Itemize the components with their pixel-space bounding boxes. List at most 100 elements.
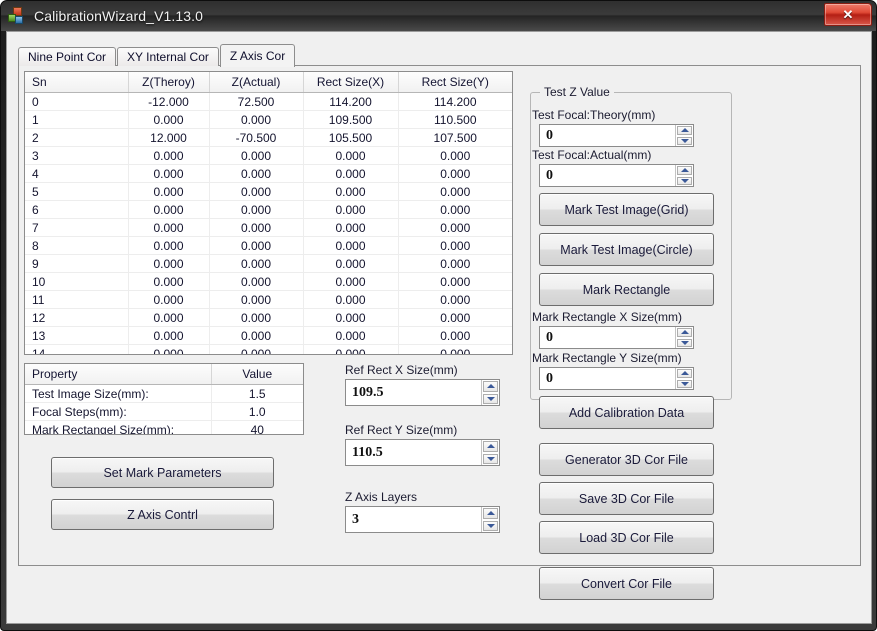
mark-rect-x-spin-down[interactable] (677, 338, 692, 347)
table-cell[interactable]: 0.000 (303, 344, 399, 354)
calibration-data-grid[interactable]: Sn Z(Theroy) Z(Actual) Rect Size(X) Rect… (24, 71, 513, 355)
ref-rect-y-spinner[interactable] (481, 440, 499, 465)
mark-test-image-circle-button[interactable]: Mark Test Image(Circle) (539, 233, 714, 266)
ref-rect-x-input[interactable]: 109.5 (345, 379, 500, 406)
mark-rect-y-value[interactable]: 0 (540, 368, 675, 389)
test-focal-theory-spin-up[interactable] (677, 126, 692, 135)
mark-rect-x-spin-up[interactable] (677, 328, 692, 337)
save-3d-cor-file-button[interactable]: Save 3D Cor File (539, 482, 714, 515)
table-cell[interactable]: 0.000 (398, 200, 512, 219)
mark-rect-x-value[interactable]: 0 (540, 327, 675, 348)
column-header-rect-size-y[interactable]: Rect Size(Y) (398, 72, 512, 93)
table-cell[interactable]: 0.000 (398, 218, 512, 237)
tab-nine-point-cor[interactable]: Nine Point Cor (18, 47, 117, 66)
table-row[interactable]: Mark Rectangel Size(mm): 40 (25, 420, 303, 434)
close-button[interactable]: ✕ (824, 3, 872, 26)
mark-rect-y-spin-up[interactable] (677, 369, 692, 378)
table-cell[interactable]: 110.500 (398, 110, 512, 129)
table-cell[interactable]: 0.000 (303, 200, 399, 219)
table-cell[interactable]: Focal Steps(mm): (25, 402, 212, 421)
table-cell[interactable]: 0.000 (128, 290, 210, 309)
test-focal-actual-spin-down[interactable] (677, 176, 692, 185)
table-cell[interactable]: 0.000 (398, 164, 512, 183)
table-row[interactable]: Test Image Size(mm): 1.5 (25, 384, 303, 403)
table-cell[interactable]: 107.500 (398, 128, 512, 147)
table-cell[interactable]: 0.000 (128, 344, 210, 354)
table-cell[interactable]: 0.000 (209, 326, 304, 345)
set-mark-parameters-button[interactable]: Set Mark Parameters (51, 457, 274, 488)
table-cell[interactable]: 3 (25, 146, 129, 165)
table-cell[interactable]: 4 (25, 164, 129, 183)
mark-rect-x-input[interactable]: 0 (539, 326, 694, 349)
table-row[interactable]: 9 0.000 0.000 0.000 0.000 (25, 254, 512, 273)
table-cell[interactable]: 0.000 (209, 272, 304, 291)
table-row[interactable]: 2 12.000 -70.500 105.500 107.500 (25, 128, 512, 147)
table-cell[interactable]: 0.000 (128, 254, 210, 273)
test-focal-theory-spinner[interactable] (675, 125, 693, 146)
property-grid[interactable]: Property Value Test Image Size(mm): 1.5 Fo… (24, 363, 304, 435)
z-axis-layers-spin-down[interactable] (483, 520, 498, 531)
table-cell[interactable]: 0.000 (398, 254, 512, 273)
table-cell[interactable]: 0.000 (128, 110, 210, 129)
table-cell[interactable]: 0.000 (303, 146, 399, 165)
table-row[interactable]: 13 0.000 0.000 0.000 0.000 (25, 326, 512, 345)
table-cell[interactable]: 0.000 (303, 236, 399, 255)
table-cell[interactable]: 11 (25, 290, 129, 309)
table-cell[interactable]: 0.000 (398, 290, 512, 309)
table-cell[interactable]: 12 (25, 308, 129, 327)
table-cell[interactable]: 13 (25, 326, 129, 345)
table-cell[interactable]: 1 (25, 110, 129, 129)
table-row[interactable]: 11 0.000 0.000 0.000 0.000 (25, 290, 512, 309)
table-row[interactable]: 14 0.000 0.000 0.000 0.000 (25, 344, 512, 354)
table-cell[interactable]: 2 (25, 128, 129, 147)
table-cell[interactable]: 0.000 (303, 164, 399, 183)
table-row[interactable]: 0 -12.000 72.500 114.200 114.200 (25, 92, 512, 111)
table-cell[interactable]: 0.000 (398, 146, 512, 165)
table-cell[interactable]: 109.500 (303, 110, 399, 129)
table-cell[interactable]: 0.000 (209, 290, 304, 309)
table-cell[interactable]: 0.000 (398, 308, 512, 327)
table-cell[interactable]: 105.500 (303, 128, 399, 147)
column-header-rect-size-x[interactable]: Rect Size(X) (303, 72, 399, 93)
table-cell[interactable]: Test Image Size(mm): (25, 384, 212, 403)
table-cell[interactable]: 0.000 (209, 164, 304, 183)
tab-z-axis-cor[interactable]: Z Axis Cor (219, 44, 296, 67)
table-cell[interactable]: 0.000 (303, 272, 399, 291)
table-cell[interactable]: 0.000 (398, 344, 512, 354)
generator-3d-cor-file-button[interactable]: Generator 3D Cor File (539, 443, 714, 476)
table-cell[interactable]: 0.000 (209, 146, 304, 165)
table-cell[interactable]: 0.000 (128, 146, 210, 165)
table-cell[interactable]: 0.000 (303, 218, 399, 237)
table-cell[interactable]: 40 (211, 420, 303, 434)
table-cell[interactable]: 0.000 (398, 272, 512, 291)
table-row[interactable]: 1 0.000 0.000 109.500 110.500 (25, 110, 512, 129)
test-focal-actual-spin-up[interactable] (677, 166, 692, 175)
table-row[interactable]: Focal Steps(mm): 1.0 (25, 402, 303, 421)
table-cell[interactable]: 0.000 (128, 182, 210, 201)
column-header-z-theory[interactable]: Z(Theroy) (128, 72, 210, 93)
table-cell[interactable]: 6 (25, 200, 129, 219)
table-cell[interactable]: 0.000 (398, 182, 512, 201)
mark-rect-y-spin-down[interactable] (677, 379, 692, 388)
ref-rect-x-spin-up[interactable] (483, 381, 498, 392)
mark-rectangle-button[interactable]: Mark Rectangle (539, 273, 714, 306)
mark-rect-y-spinner[interactable] (675, 368, 693, 389)
table-cell[interactable]: 5 (25, 182, 129, 201)
table-cell[interactable]: 1.5 (211, 384, 303, 403)
table-row[interactable]: 6 0.000 0.000 0.000 0.000 (25, 200, 512, 219)
ref-rect-y-spin-up[interactable] (483, 441, 498, 452)
table-cell[interactable]: 0.000 (209, 182, 304, 201)
table-row[interactable]: 3 0.000 0.000 0.000 0.000 (25, 146, 512, 165)
table-cell[interactable]: 10 (25, 272, 129, 291)
column-header-property[interactable]: Property (25, 364, 212, 385)
ref-rect-y-input[interactable]: 110.5 (345, 439, 500, 466)
table-cell[interactable]: 0.000 (303, 254, 399, 273)
table-cell[interactable]: 8 (25, 236, 129, 255)
table-row[interactable]: 8 0.000 0.000 0.000 0.000 (25, 236, 512, 255)
ref-rect-x-value[interactable]: 109.5 (346, 380, 481, 405)
test-focal-theory-value[interactable]: 0 (540, 125, 675, 146)
table-cell[interactable]: 1.0 (211, 402, 303, 421)
table-cell[interactable]: 14 (25, 344, 129, 354)
table-cell[interactable]: 0.000 (128, 308, 210, 327)
column-header-z-actual[interactable]: Z(Actual) (209, 72, 304, 93)
